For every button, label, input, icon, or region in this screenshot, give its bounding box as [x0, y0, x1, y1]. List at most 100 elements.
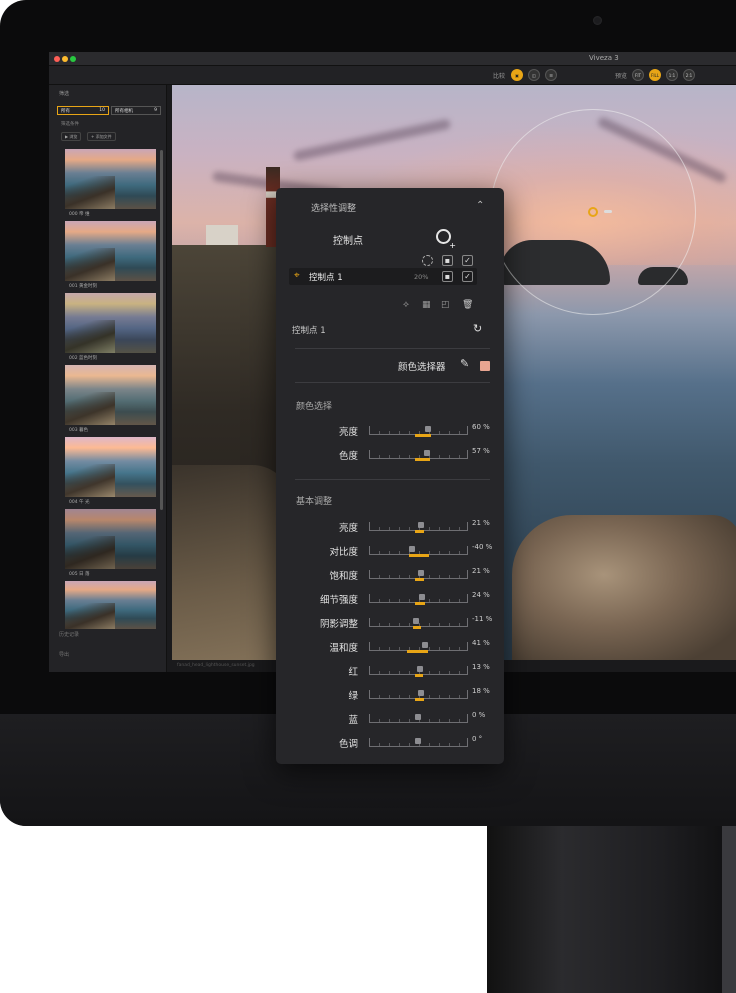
slider-track[interactable] [369, 522, 468, 533]
slider-knob[interactable] [424, 450, 431, 456]
compare-side-button[interactable]: ◫ [528, 69, 540, 81]
add-control-point-button[interactable] [436, 229, 456, 250]
compare-label: 比较 [493, 73, 506, 80]
ungroup-icon[interactable]: ◰ [441, 300, 450, 310]
slider-tick [449, 527, 450, 530]
slider-track[interactable] [369, 450, 468, 461]
slider-knob[interactable] [424, 426, 431, 432]
enable-all-checkbox[interactable]: ✓ [462, 255, 473, 266]
selective-adjust-panel: 选择性调整 ⌃ 控制点 ▪ ✓ ⌖ 控制点 1 20% ▪ ✓ ⟡ ▦ ◰ 🗑 … [276, 188, 504, 764]
zoom-window-button[interactable] [70, 56, 76, 62]
control-point-row[interactable]: ⌖ 控制点 1 20% ▪ ✓ [289, 268, 477, 285]
slider-tick [399, 671, 400, 674]
slider-tick [449, 575, 450, 578]
picked-color-swatch[interactable] [480, 361, 490, 371]
slider-track[interactable] [369, 618, 468, 629]
eyedropper-icon[interactable]: ✎ [460, 357, 469, 370]
slider-tick [399, 527, 400, 530]
slider-fill [415, 578, 425, 581]
slider-knob[interactable] [418, 594, 425, 600]
slider-tick [429, 647, 430, 650]
duplicate-icon[interactable]: ⟡ [403, 300, 409, 310]
slider-knob[interactable] [418, 570, 425, 576]
slider-tick [389, 527, 390, 530]
slider-edge [467, 618, 468, 626]
slider-track[interactable] [369, 426, 468, 437]
slider-track[interactable] [369, 642, 468, 653]
slider-edge [467, 522, 468, 530]
photo-foreground-rocks [172, 465, 292, 660]
slider-knob[interactable] [415, 738, 421, 744]
slider-tick [379, 551, 380, 554]
slider-edge [467, 738, 468, 746]
browser-scrollbar[interactable] [160, 150, 163, 510]
slider-tick [459, 599, 460, 602]
slider-track[interactable] [369, 594, 468, 605]
mask-toggle-icon[interactable]: ▪ [442, 255, 453, 266]
collapse-chevron-icon[interactable]: ⌃ [476, 200, 484, 211]
control-point-enable-checkbox[interactable]: ✓ [462, 271, 473, 282]
control-point-mask-icon[interactable]: ▪ [442, 271, 453, 282]
slider-tick [409, 599, 410, 602]
slider-tick [449, 719, 450, 722]
group-icon[interactable]: ▦ [422, 300, 431, 310]
slider-knob[interactable] [415, 714, 421, 720]
slider-value: 41 % [472, 639, 490, 647]
zoom-2-1-button[interactable]: 2:1 [683, 69, 695, 81]
slider-knob[interactable] [413, 618, 420, 624]
slider-tick [389, 743, 390, 746]
zoom-1-1-button[interactable]: 1:1 [666, 69, 678, 81]
slider-knob[interactable] [418, 522, 425, 528]
thumbnail[interactable] [65, 509, 156, 569]
browse-button[interactable]: ▶ 浏览 [61, 132, 82, 141]
slider-track[interactable] [369, 738, 468, 747]
reset-icon[interactable]: ↻ [473, 322, 482, 335]
slider-track[interactable] [369, 546, 468, 557]
slider-label: 色度 [338, 451, 358, 462]
slider-tick [429, 527, 430, 530]
slider-knob[interactable] [417, 690, 424, 696]
minimize-window-button[interactable] [62, 56, 68, 62]
filter-select-all[interactable]: 所有 10 [57, 106, 109, 115]
slider-knob[interactable] [417, 666, 424, 672]
slider-value: 21 % [472, 519, 490, 527]
filter-select-camera[interactable]: 所有相机 9 [111, 106, 161, 115]
slider-tick [449, 671, 450, 674]
thumbnail[interactable] [65, 221, 156, 281]
slider-knob[interactable] [408, 546, 415, 552]
zoom-fill-button[interactable]: FILL [649, 69, 661, 81]
slider-track[interactable] [369, 570, 468, 581]
control-point-marker[interactable] [588, 207, 598, 217]
slider-tick [389, 575, 390, 578]
thumbnail-label: 002 蓝色时刻 [69, 356, 98, 361]
add-files-button[interactable]: + 添加文件 [87, 132, 116, 141]
slider-edge [369, 642, 370, 650]
show-selection-icon[interactable] [422, 255, 433, 266]
slider-tick [379, 743, 380, 746]
slider-track[interactable] [369, 690, 468, 701]
compare-toggle-button[interactable]: ☰ [545, 69, 557, 81]
thumbnail[interactable] [65, 581, 156, 629]
trash-icon[interactable]: 🗑 [462, 300, 473, 310]
slider-tick [389, 719, 390, 722]
slider-tick [379, 599, 380, 602]
slider-tick [459, 527, 460, 530]
history-section[interactable]: 历史记录 [59, 631, 79, 638]
slider-knob[interactable] [421, 642, 428, 648]
slider-tick [429, 671, 430, 674]
thumbnail[interactable] [65, 365, 156, 425]
close-window-button[interactable] [54, 56, 60, 62]
thumbnail[interactable] [65, 437, 156, 497]
slider-edge [369, 690, 370, 698]
slider-track[interactable] [369, 666, 468, 677]
thumbnail[interactable] [65, 149, 156, 209]
compare-split-button[interactable]: ▣ [511, 69, 523, 81]
control-point-size-handle[interactable] [604, 210, 612, 213]
zoom-fit-button[interactable]: FIT [632, 69, 644, 81]
slider-tick [389, 431, 390, 434]
slider-edge [467, 642, 468, 650]
slider-track[interactable] [369, 714, 468, 723]
export-section[interactable]: 导出 [59, 651, 69, 658]
slider-fill [415, 698, 424, 701]
thumbnail[interactable] [65, 293, 156, 353]
